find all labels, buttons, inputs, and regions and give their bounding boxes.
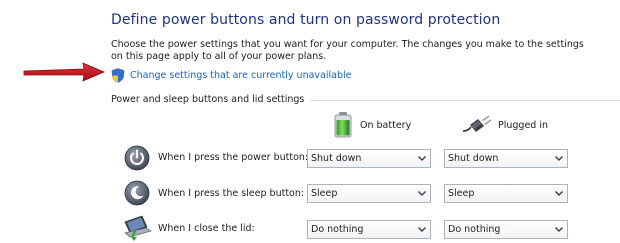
select-value: Shut down <box>448 153 499 164</box>
select-value: Do nothing <box>311 224 364 235</box>
chevron-down-icon <box>414 221 430 238</box>
page-title: Define power buttons and turn on passwor… <box>111 12 501 28</box>
change-unavailable-settings-link[interactable]: Change settings that are currently unava… <box>111 67 351 83</box>
uac-shield-icon <box>111 67 125 83</box>
chevron-down-icon <box>551 221 567 238</box>
column-header-on-battery: On battery <box>332 111 411 139</box>
sleep-button-plugged-in-select[interactable]: Sleep <box>444 184 568 203</box>
chevron-down-icon <box>414 150 430 167</box>
chevron-down-icon <box>414 185 430 202</box>
sleep-button-icon <box>124 180 150 206</box>
section-divider <box>310 99 620 101</box>
chevron-down-icon <box>551 150 567 167</box>
battery-icon <box>334 112 352 138</box>
sleep-button-on-battery-select[interactable]: Sleep <box>307 184 431 203</box>
laptop-lid-icon <box>124 215 152 241</box>
power-plug-icon <box>462 115 492 132</box>
row-label-close-lid: When I close the lid: <box>158 223 255 234</box>
red-arrow-icon <box>23 62 106 82</box>
page-description: Choose the power settings that you want … <box>111 39 584 62</box>
close-lid-plugged-in-select[interactable]: Do nothing <box>444 220 568 239</box>
power-button-plugged-in-select[interactable]: Shut down <box>444 149 568 168</box>
row-label-power-button: When I press the power button: <box>158 152 309 163</box>
column-header-plugged-in: Plugged in <box>462 111 548 139</box>
select-value: Do nothing <box>448 224 501 235</box>
select-value: Sleep <box>311 188 338 199</box>
chevron-down-icon <box>551 185 567 202</box>
select-value: Sleep <box>448 188 475 199</box>
column-label-plugged-in: Plugged in <box>498 119 549 131</box>
close-lid-on-battery-select[interactable]: Do nothing <box>307 220 431 239</box>
section-label: Power and sleep buttons and lid settings <box>111 93 305 105</box>
power-button-icon <box>124 145 150 171</box>
select-value: Shut down <box>311 153 362 164</box>
column-label-on-battery: On battery <box>360 119 412 131</box>
power-button-on-battery-select[interactable]: Shut down <box>307 149 431 168</box>
row-label-sleep-button: When I press the sleep button: <box>158 188 305 199</box>
section-header: Power and sleep buttons and lid settings <box>111 92 620 106</box>
change-link-label: Change settings that are currently unava… <box>130 69 352 81</box>
